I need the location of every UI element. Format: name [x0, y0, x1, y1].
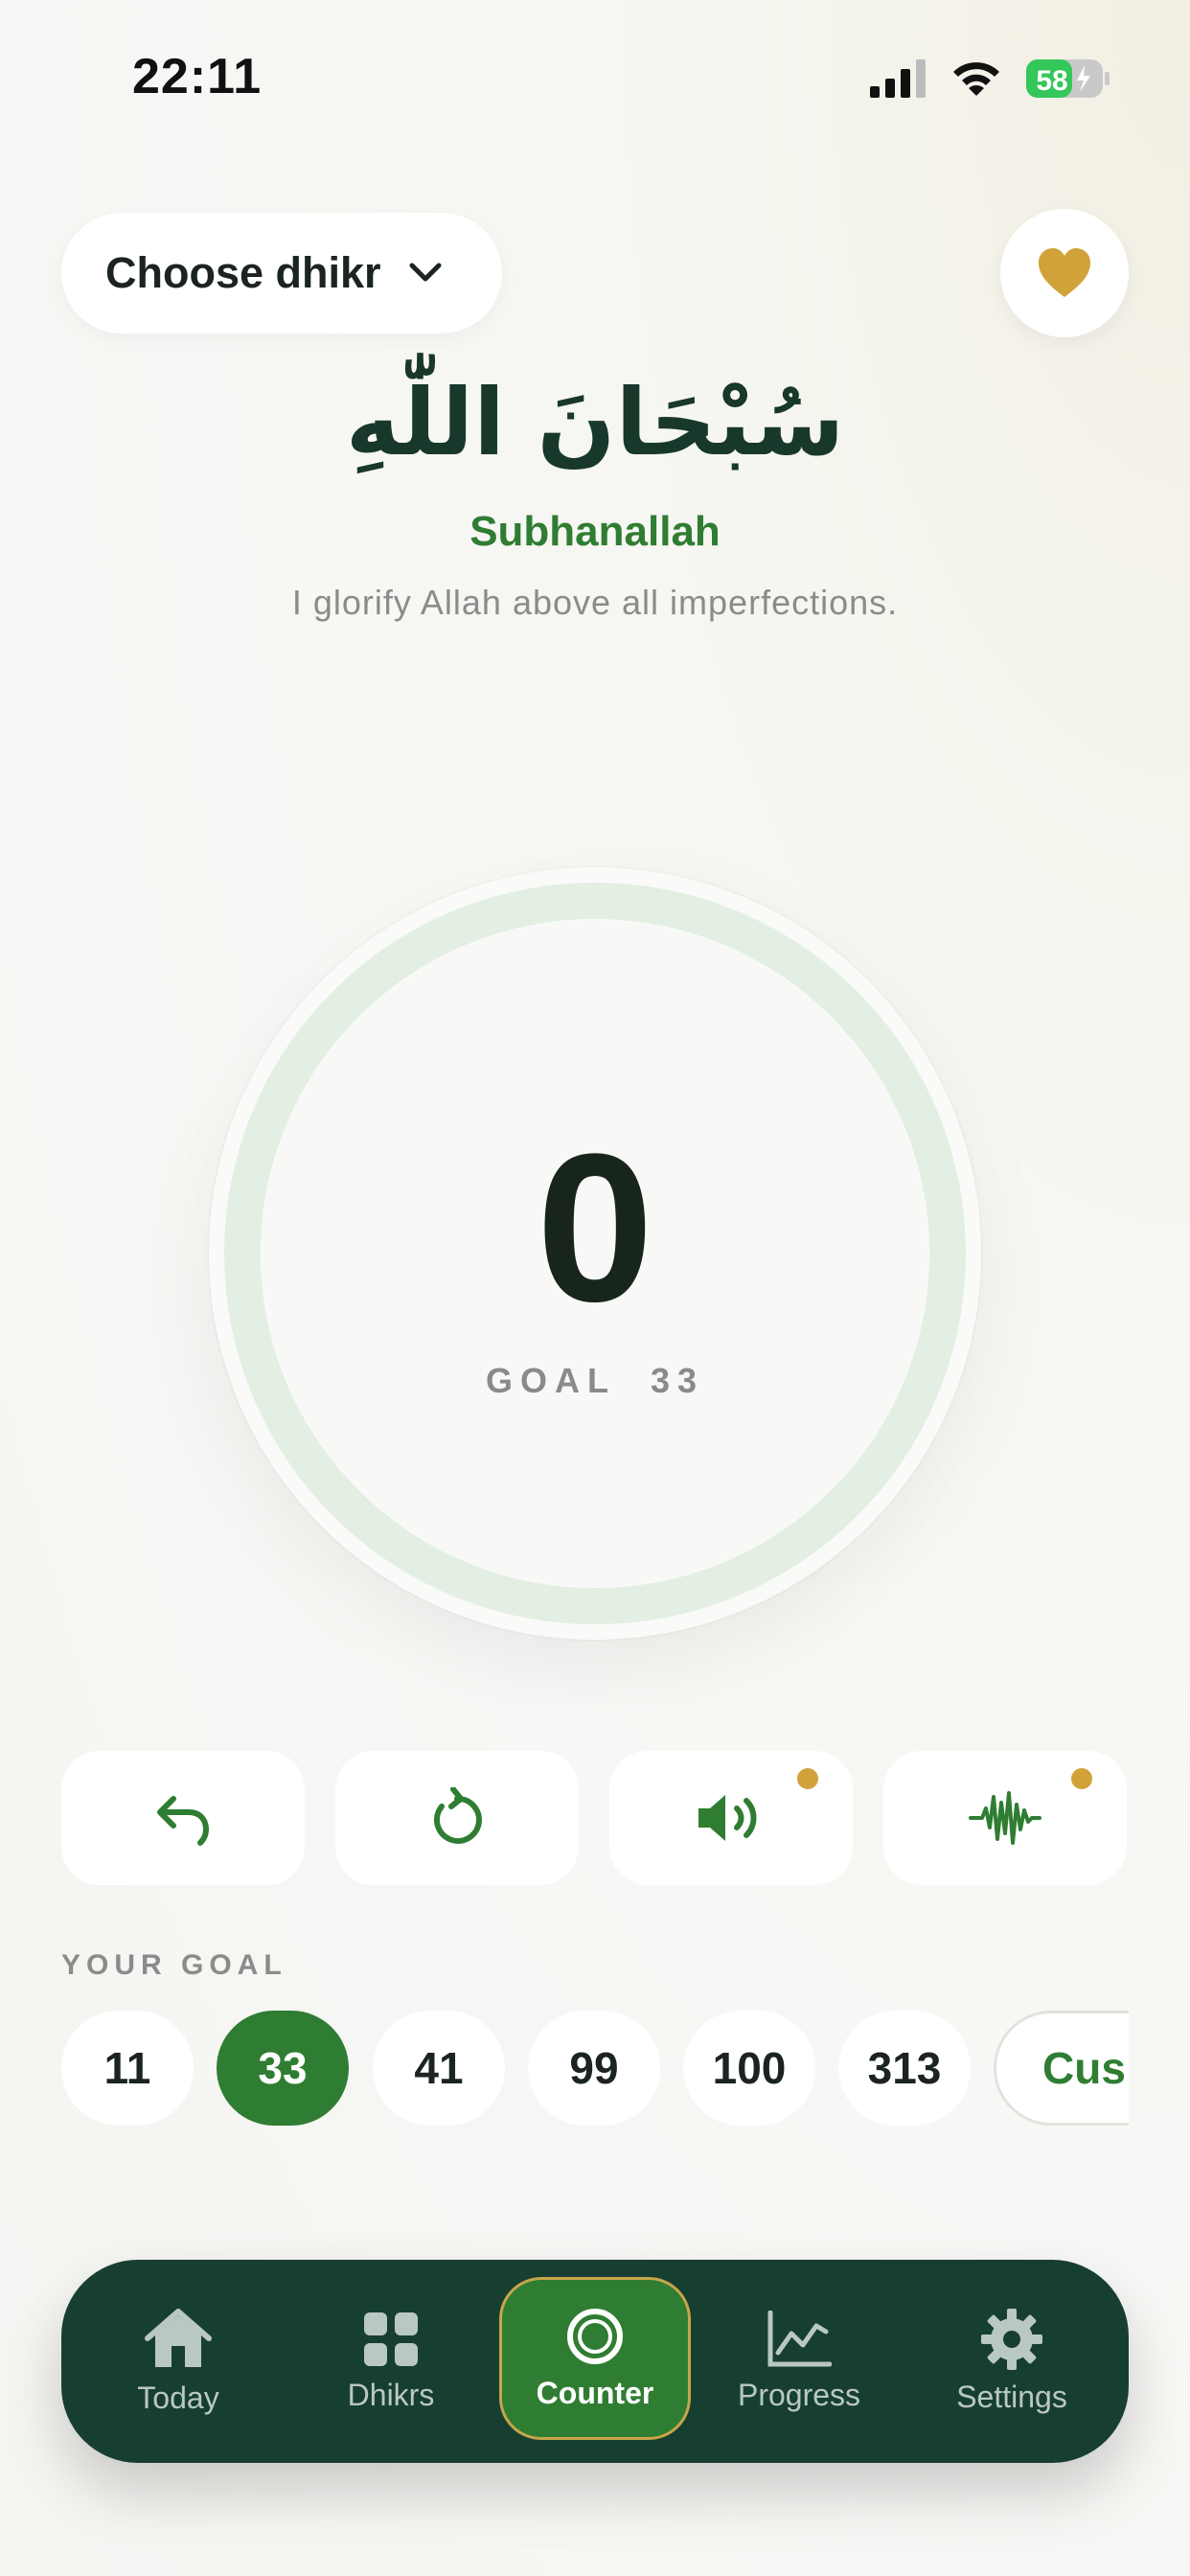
tab-today-label: Today: [137, 2380, 219, 2415]
sound-badge: [797, 1768, 818, 1789]
tab-counter[interactable]: Counter: [499, 2277, 691, 2440]
status-bar: 22:11 58: [0, 0, 1190, 153]
dhikr-meaning: I glorify Allah above all imperfections.: [291, 583, 899, 622]
choose-dhikr-button[interactable]: Choose dhikr: [61, 213, 502, 334]
counter-tap-area[interactable]: 0 GOAL 33: [209, 867, 981, 1640]
reset-icon: [433, 1787, 482, 1844]
tab-settings-label: Settings: [956, 2379, 1067, 2414]
choose-dhikr-label: Choose dhikr: [105, 248, 381, 297]
goal-option-custom[interactable]: Cus: [994, 2011, 1129, 2126]
status-time: 22:11: [132, 49, 263, 104]
tab-bar: Today Dhikrs Counter Progress Settings: [61, 2260, 1129, 2463]
sound-button[interactable]: [609, 1751, 853, 1885]
goal-options: 11 33 41 99 100 313 Cus: [61, 2011, 1129, 2129]
haptic-button[interactable]: [883, 1751, 1127, 1885]
undo-button[interactable]: [61, 1751, 305, 1885]
tab-counter-label: Counter: [536, 2375, 654, 2410]
sound-icon: [698, 1795, 757, 1841]
goal-option-33[interactable]: 33: [217, 2011, 349, 2126]
counter-goal: GOAL 33: [209, 1361, 981, 1401]
tab-settings[interactable]: Settings: [895, 2260, 1129, 2463]
tab-progress[interactable]: Progress: [703, 2260, 895, 2463]
undo-icon: [157, 1796, 210, 1846]
home-icon: [145, 2308, 212, 2367]
goal-option-313[interactable]: 313: [838, 2011, 971, 2126]
count-value: 0: [536, 1110, 654, 1346]
battery-level: 58: [1036, 65, 1067, 97]
haptic-icon: [969, 1791, 1041, 1845]
tab-progress-label: Progress: [737, 2377, 861, 2412]
goal-prefix: GOAL: [485, 1361, 616, 1400]
tab-today[interactable]: Today: [61, 2260, 295, 2463]
battery-icon: 58: [1026, 59, 1110, 98]
grid-icon: [364, 2312, 418, 2366]
haptic-badge: [1071, 1768, 1092, 1789]
goal-option-41[interactable]: 41: [373, 2011, 505, 2126]
dhikr-transliteration: Subhanallah: [469, 508, 721, 555]
reset-button[interactable]: [335, 1751, 579, 1885]
dhikr-arabic: سُبْحَانَ اللّٰهِ: [345, 369, 845, 476]
wifi-icon: [953, 62, 999, 96]
tab-dhikrs-label: Dhikrs: [347, 2377, 435, 2412]
counter-icon: [567, 2308, 623, 2364]
tab-dhikrs[interactable]: Dhikrs: [295, 2260, 487, 2463]
signal-icon: [870, 59, 926, 98]
heart-icon: [1039, 248, 1090, 297]
counter-controls: [61, 1751, 1129, 1885]
goal-section-title: YOUR GOAL: [61, 1949, 287, 1981]
goal-number: 33: [650, 1361, 705, 1400]
goal-option-99[interactable]: 99: [528, 2011, 660, 2126]
goal-option-11[interactable]: 11: [61, 2011, 194, 2126]
favorite-button[interactable]: [1000, 209, 1129, 337]
gear-icon: [981, 2308, 1042, 2370]
chevron-down-icon: [409, 263, 442, 282]
goal-option-100[interactable]: 100: [683, 2011, 815, 2126]
chart-icon: [767, 2310, 832, 2366]
